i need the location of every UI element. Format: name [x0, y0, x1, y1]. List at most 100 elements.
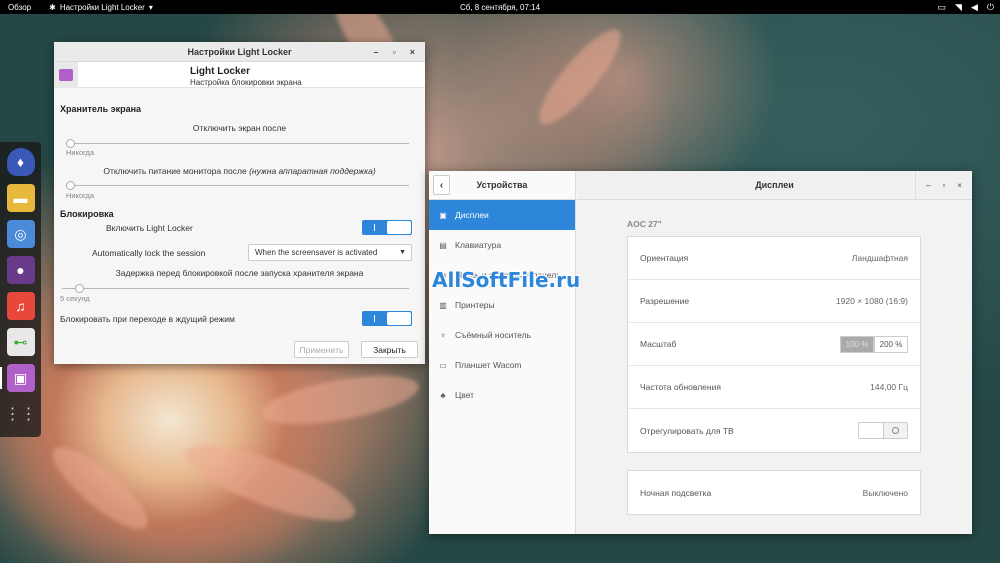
sidebar-header: ‹ Устройства	[429, 171, 575, 200]
enable-label: Включить Light Locker	[106, 223, 193, 233]
sidebar-item-usb[interactable]: ♆ Съёмный носитель	[429, 320, 575, 350]
printer-icon: ▥	[439, 300, 447, 310]
watermark-text: AllSoftFile.ru	[432, 268, 581, 292]
monitor-name: AOC 27"	[627, 219, 662, 229]
orientation-label: Ориентация	[640, 253, 689, 263]
sleep-lock-toggle[interactable]	[362, 311, 412, 326]
delay-value: 5 секунд	[60, 294, 90, 303]
maximize-icon[interactable]: ▫	[942, 181, 945, 190]
resolution-label: Разрешение	[640, 296, 690, 306]
enable-light-locker-toggle[interactable]	[362, 220, 412, 235]
tablet-icon: ▭	[439, 360, 447, 370]
sidebar-item-keyboard[interactable]: ▤ Клавиатура	[429, 230, 575, 260]
light-locker-icon[interactable]: ▣	[0, 364, 35, 392]
window-controls: – ▫ ×	[915, 171, 972, 200]
scale-100-button[interactable]: 100 %	[840, 335, 874, 353]
scale-selector: 100 % 200 %	[840, 335, 908, 353]
app-grid-icon[interactable]: ⋮⋮	[5, 400, 37, 428]
monitor-off-text: Отключить питание монитора после	[103, 166, 247, 176]
close-icon[interactable]: ×	[410, 47, 415, 57]
wallpaper-petal	[177, 430, 363, 536]
resolution-row[interactable]: Разрешение 1920 × 1080 (16:9)	[628, 280, 920, 323]
gear-icon: ✱	[49, 2, 56, 12]
sleep-lock-label: Блокировать при переходе в ждущий режим	[60, 314, 235, 324]
close-icon[interactable]: ×	[957, 181, 962, 190]
delay-label: Задержка перед блокировкой после запуска…	[115, 268, 364, 278]
settings-toggle-icon[interactable]: ⊷	[6, 328, 35, 356]
screensaver-section-title: Хранитель экрана	[60, 104, 142, 114]
night-light-panel: Ночная подсветка Выключено	[627, 470, 921, 515]
chevron-left-icon: ‹	[439, 179, 444, 191]
panel-title: Дисплеи	[755, 180, 794, 190]
orientation-row[interactable]: Ориентация Ландшафтная	[628, 237, 920, 280]
light-locker-titlebar[interactable]: Настройки Light Locker – ▫ ×	[54, 42, 425, 62]
music-icon[interactable]: ♫	[6, 292, 35, 320]
sidebar-item-color[interactable]: ♣ Цвет	[429, 380, 575, 410]
monitor-off-hint: (нужна аппаратная поддержка)	[249, 166, 376, 176]
display-icon[interactable]: ▭	[938, 2, 947, 13]
night-light-row[interactable]: Ночная подсветка Выключено	[628, 471, 920, 514]
header-title: Light Locker	[190, 66, 251, 77]
diamond-app-icon[interactable]: ♦	[6, 148, 35, 176]
overview-button[interactable]: Обзор	[0, 3, 39, 12]
files-icon[interactable]: ▬	[6, 184, 35, 212]
sidebar-item-label: Принтеры	[455, 300, 495, 310]
close-button[interactable]: Закрыть	[361, 341, 418, 358]
scale-row: Масштаб 100 % 200 %	[628, 323, 920, 366]
window-controls: – ▫ ×	[374, 42, 415, 62]
back-button[interactable]: ‹	[433, 175, 450, 195]
app-menu[interactable]: ✱ Настройки Light Locker ▾	[39, 3, 153, 12]
auto-lock-select[interactable]: When the screensaver is activated ▼	[248, 244, 412, 261]
refresh-row[interactable]: Частота обновления 144,00 Гц	[628, 366, 920, 409]
chromium-icon[interactable]: ◎	[6, 220, 35, 248]
dock: ♦ ▬ ◎ ● ♫ ⊷ ▣ ⋮⋮	[0, 142, 41, 437]
power-icon[interactable]: ⏻	[987, 2, 994, 13]
night-light-value: Выключено	[862, 487, 908, 498]
sidebar-item-label: Планшет Wacom	[455, 360, 522, 370]
monitor-off-slider[interactable]	[66, 181, 409, 190]
color-icon: ♣	[440, 390, 446, 400]
panel-header[interactable]: Дисплеи	[577, 171, 972, 200]
sidebar-item-label: Цвет	[455, 390, 475, 400]
screen-off-value: Никогда	[66, 148, 95, 157]
lock-section-title: Блокировка	[60, 209, 114, 219]
chevron-down-icon: ▾	[148, 2, 153, 12]
refresh-value: 144,00 Гц	[870, 382, 908, 392]
monitor-off-label: Отключить питание монитора после (нужна …	[54, 166, 425, 176]
sidebar-item-label: Съёмный носитель	[455, 330, 531, 340]
minimize-icon[interactable]: –	[374, 47, 379, 57]
wifi-icon[interactable]: ◥	[955, 2, 962, 13]
auto-lock-select-value: When the screensaver is activated	[255, 248, 378, 257]
tv-label: Отрегулировать для ТВ	[640, 425, 734, 436]
maximize-icon[interactable]: ▫	[393, 47, 396, 57]
devices-sidebar: ‹ Устройства ▣ Дисплеи ▤ Клавиатура ◉ Мышь и …	[429, 171, 576, 534]
apply-button[interactable]: Применить	[294, 341, 349, 358]
screen-off-slider[interactable]	[66, 139, 409, 148]
slider-knob[interactable]	[75, 284, 85, 293]
delay-slider[interactable]	[62, 284, 409, 293]
orientation-value: Ландшафтная	[851, 253, 908, 263]
sidebar-item-label: Дисплеи	[455, 210, 489, 220]
tv-toggle[interactable]	[858, 422, 908, 439]
settings-window: ‹ Устройства ▣ Дисплеи ▤ Клавиатура ◉ Мышь и …	[429, 171, 972, 534]
volume-icon[interactable]: ◀	[971, 2, 978, 13]
slider-knob[interactable]	[66, 181, 75, 190]
scale-200-button[interactable]: 200 %	[874, 335, 908, 353]
refresh-label: Частота обновления	[640, 382, 721, 392]
slider-knob[interactable]	[66, 139, 75, 148]
sidebar-item-tablet[interactable]: ▭ Планшет Wacom	[429, 350, 575, 380]
pidgin-icon[interactable]: ●	[6, 256, 35, 284]
minimize-icon[interactable]: –	[926, 181, 930, 190]
resolution-value: 1920 × 1080 (16:9)	[835, 296, 908, 306]
sidebar-item-display[interactable]: ▣ Дисплеи	[429, 200, 575, 230]
system-tray[interactable]: ▭ ◥ ◀ ⏻	[938, 0, 994, 14]
screen-off-label: Отключить экран после	[192, 123, 287, 133]
sidebar-item-printer[interactable]: ▥ Принтеры	[429, 290, 575, 320]
scale-label: Масштаб	[640, 339, 677, 349]
app-menu-label: Настройки Light Locker	[59, 2, 145, 12]
wallpaper-petal	[42, 435, 158, 541]
sidebar-nav: ▣ Дисплеи ▤ Клавиатура ◉ Мышь и сенсорная пан…	[429, 200, 575, 410]
window-title: Настройки Light Locker	[187, 46, 292, 57]
tv-row: Отрегулировать для ТВ	[628, 409, 920, 452]
auto-lock-label: Automatically lock the session	[92, 248, 206, 258]
